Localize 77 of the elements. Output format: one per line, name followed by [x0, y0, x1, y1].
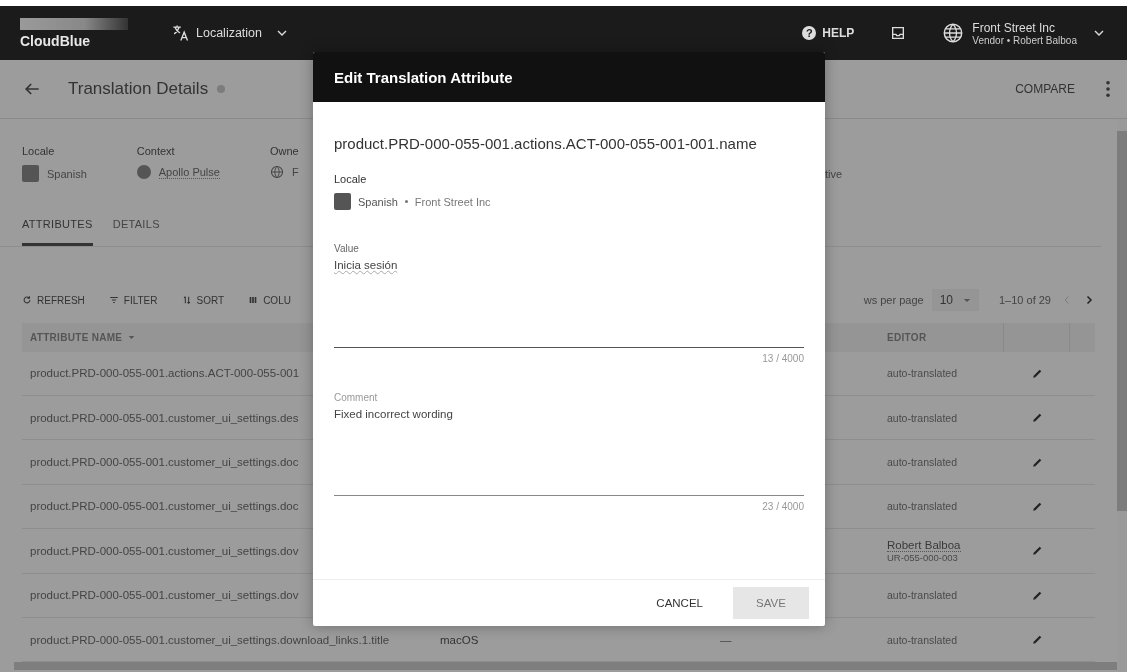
editor-text: auto-translated: [887, 367, 958, 380]
rows-per-page-label: ws per page: [863, 294, 924, 306]
separator-dot-icon: [404, 200, 408, 203]
product-logo-icon: [136, 165, 151, 179]
flag-icon: [334, 193, 351, 210]
character-counter: 23 / 4000: [762, 501, 804, 512]
editor-text: auto-translated: [887, 589, 958, 602]
horizontal-scrollbar[interactable]: [14, 662, 1117, 670]
attribute-name: product.PRD-000-055-001.customer_ui_settings.dov: [30, 544, 299, 557]
inbox-icon[interactable]: [890, 25, 907, 41]
tab[interactable]: DETAILS: [112, 203, 160, 246]
comment-field[interactable]: Fixed incorrect wording: [334, 408, 804, 496]
info-label: Locale: [22, 145, 56, 157]
help-icon: ?: [802, 26, 817, 40]
globe-icon: [269, 165, 284, 179]
scrollbar-thumb[interactable]: [1117, 131, 1127, 511]
toolbar-button[interactable]: SORT: [181, 294, 225, 306]
rows-per-page-select[interactable]: 10: [931, 289, 979, 311]
page-range: 1–10 of 29: [999, 294, 1051, 306]
tab[interactable]: ATTRIBUTES: [22, 203, 93, 246]
account-name: Front Street Inc: [972, 20, 1056, 35]
value-text: macOS: [440, 633, 479, 646]
flag-icon: [22, 165, 39, 182]
sort-caret-icon: [128, 334, 136, 340]
edit-icon[interactable]: [1030, 544, 1044, 558]
column-header[interactable]: EDITOR: [879, 322, 1004, 352]
editor-text: auto-translated: [887, 500, 958, 513]
value-field[interactable]: Inicia sesión: [334, 259, 804, 348]
attribute-name: product.PRD-000-055-001.customer_ui_settings.dov: [30, 589, 299, 602]
info-value: F: [291, 166, 299, 178]
attribute-name: product.PRD-000-055-001.customer_ui_settings.download_links.1.title: [30, 633, 390, 646]
edit-icon[interactable]: [1030, 411, 1044, 425]
table-cell: —: [720, 633, 732, 646]
editor-name[interactable]: Robert Balboa: [887, 538, 961, 552]
logo-text: CloudBlue: [20, 32, 91, 49]
save-button[interactable]: SAVE: [733, 587, 809, 619]
attribute-name: product.PRD-000-055-001.actions.ACT-000-055-001: [30, 367, 300, 380]
translate-icon: [170, 23, 190, 43]
dialog-title: Edit Translation Attribute: [334, 68, 513, 86]
character-counter: 13 / 4000: [762, 353, 804, 364]
page-title: Translation Details: [68, 79, 209, 99]
module-switcher[interactable]: Localization: [170, 23, 290, 43]
more-icon[interactable]: [1105, 80, 1111, 98]
account-role: Vendor • Robert Balboa: [972, 34, 1077, 46]
refresh-icon: [22, 295, 32, 305]
columns-icon: [248, 295, 259, 305]
toolbar-button[interactable]: REFRESH: [22, 294, 85, 306]
help-button[interactable]: ? HELP: [802, 26, 855, 40]
attribute-name: product.PRD-000-055-001.customer_ui_settings.des: [30, 411, 299, 424]
info-icon: [217, 85, 226, 93]
info-value[interactable]: Apollo Pulse: [158, 165, 220, 179]
info-label: Context: [136, 145, 176, 157]
filter-icon: [108, 295, 119, 305]
field-label: Value: [334, 243, 360, 254]
logo-bar-icon: [20, 17, 128, 30]
editor-id: UR-055-000-003: [887, 551, 958, 563]
cancel-button[interactable]: CANCEL: [656, 588, 703, 618]
globe-icon: [942, 22, 965, 44]
attribute-key: product.PRD-000-055-001.actions.ACT-000-055-001-001.name: [334, 135, 804, 152]
toolbar-button[interactable]: COLU: [248, 294, 291, 306]
editor-text: auto-translated: [887, 456, 958, 468]
field-label: Comment: [334, 392, 379, 403]
attribute-name: product.PRD-000-055-001.customer_ui_settings.doc: [30, 456, 299, 468]
editor-text: auto-translated: [887, 633, 958, 646]
info-value: Spanish: [47, 167, 87, 180]
attribute-name: product.PRD-000-055-001.customer_ui_settings.doc: [30, 500, 299, 513]
locale-name: Spanish: [358, 195, 398, 208]
toolbar-button[interactable]: FILTER: [108, 294, 158, 306]
info-label: Owne: [269, 145, 299, 157]
caret-icon: [963, 297, 971, 303]
owner-name: Front Street Inc: [414, 195, 491, 208]
edit-icon[interactable]: [1030, 633, 1044, 647]
sort-icon: [181, 295, 192, 305]
compare-button[interactable]: COMPARE: [1015, 82, 1075, 96]
status-text: tive: [825, 168, 843, 180]
locale-label: Locale: [334, 173, 368, 185]
editor-text: auto-translated: [887, 411, 958, 424]
